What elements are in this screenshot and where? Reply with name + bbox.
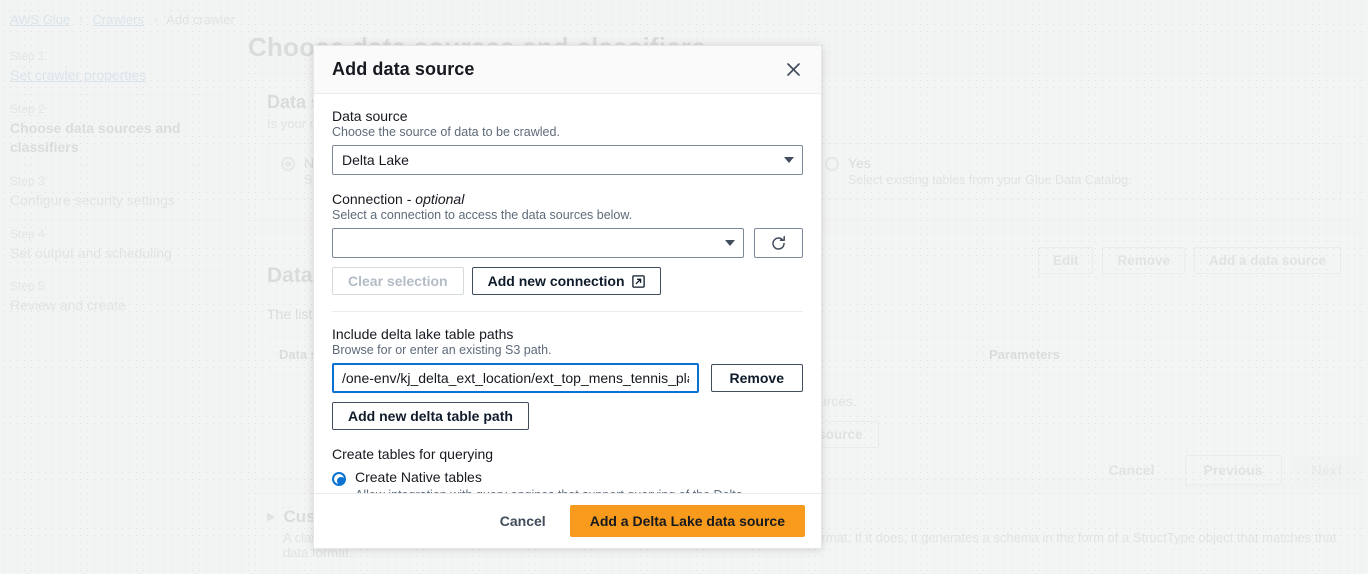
data-source-select[interactable]: Delta Lake (332, 145, 803, 175)
step-number: Step 3 (10, 174, 225, 188)
breadcrumb-separator-icon: › (153, 12, 157, 27)
wizard-step-5[interactable]: Step 5 Review and create (10, 272, 225, 324)
delta-paths-description: Browse for or enter an existing S3 path. (332, 343, 803, 357)
add-data-source-button[interactable]: Add a data source (1194, 247, 1341, 274)
step-name[interactable]: Set crawler properties (10, 66, 225, 85)
close-icon[interactable] (783, 60, 803, 80)
add-data-source-modal: Add data source Data source Choose the s… (313, 45, 822, 549)
connection-label-optional: optional (415, 191, 464, 207)
radio-icon[interactable] (332, 472, 346, 486)
step-name: Set output and scheduling (10, 244, 225, 263)
connection-field: Connection - optional Select a connectio… (332, 191, 803, 295)
wizard-footer-buttons: Cancel Previous Next (1091, 455, 1360, 485)
delta-paths-label: Include delta lake table paths (332, 326, 803, 342)
option-description: Allow integration with query engines tha… (355, 487, 803, 493)
chevron-right-icon[interactable]: ▶ (267, 510, 275, 523)
modal-body[interactable]: Data source Choose the source of data to… (314, 94, 821, 493)
wizard-step-1[interactable]: Step 1 Set crawler properties (10, 42, 225, 95)
breadcrumb-separator-icon: › (79, 12, 83, 27)
wizard-step-2[interactable]: Step 2 Choose data sources and classifie… (10, 95, 225, 167)
create-tables-label: Create tables for querying (332, 446, 803, 462)
breadcrumb: AWS Glue › Crawlers › Add crawler (10, 12, 235, 27)
add-new-delta-table-path-button[interactable]: Add new delta table path (332, 402, 529, 430)
step-name: Choose data sources and classifiers (10, 119, 225, 157)
wizard-steps: Step 1 Set crawler properties Step 2 Cho… (10, 42, 225, 324)
step-number: Step 1 (10, 49, 225, 63)
connection-label: Connection - optional (332, 191, 803, 207)
step-name: Configure security settings (10, 191, 225, 210)
cancel-button[interactable]: Cancel (1091, 456, 1173, 484)
add-new-connection-button[interactable]: Add new connection (472, 267, 661, 295)
modal-footer: Cancel Add a Delta Lake data source (314, 493, 821, 548)
modal-header: Add data source (314, 46, 821, 94)
step-name: Review and create (10, 296, 225, 315)
modal-title: Add data source (332, 59, 783, 80)
column-parameters: Parameters (977, 347, 1072, 362)
external-link-icon (632, 275, 645, 288)
delta-table-path-input[interactable] (332, 363, 699, 393)
breadcrumb-item-crawlers[interactable]: Crawlers (93, 12, 144, 27)
step-number: Step 4 (10, 227, 225, 241)
edit-button[interactable]: Edit (1038, 247, 1094, 274)
add-delta-lake-data-source-button[interactable]: Add a Delta Lake data source (570, 505, 805, 537)
delta-table-paths-field: Include delta lake table paths Browse fo… (332, 326, 803, 430)
remove-path-button[interactable]: Remove (711, 364, 803, 392)
breadcrumb-item-add-crawler: Add crawler (166, 12, 235, 27)
connection-label-text: Connection - (332, 191, 415, 207)
option-desc: Select existing tables from your Glue Da… (848, 173, 1131, 187)
option-yes[interactable]: Yes Select existing tables from your Glu… (811, 143, 1341, 199)
step-number: Step 2 (10, 102, 225, 116)
data-source-field: Data source Choose the source of data to… (332, 108, 803, 175)
add-new-connection-label: Add new connection (488, 273, 625, 289)
radio-icon[interactable] (825, 157, 839, 171)
data-source-label: Data source (332, 108, 803, 124)
create-tables-field: Create tables for querying Create Native… (332, 446, 803, 493)
remove-button[interactable]: Remove (1102, 247, 1185, 274)
step-number: Step 5 (10, 279, 225, 293)
divider (332, 311, 803, 312)
modal-cancel-button[interactable]: Cancel (490, 507, 556, 535)
refresh-icon[interactable] (754, 228, 803, 258)
option-label: Yes (848, 155, 1131, 171)
wizard-step-4[interactable]: Step 4 Set output and scheduling (10, 220, 225, 273)
radio-icon[interactable] (281, 157, 295, 171)
previous-button[interactable]: Previous (1185, 455, 1282, 485)
data-source-description: Choose the source of data to be crawled. (332, 125, 803, 139)
option-label: Create Native tables (355, 469, 482, 485)
connection-description: Select a connection to access the data s… (332, 208, 803, 222)
breadcrumb-item-aws-glue[interactable]: AWS Glue (10, 12, 70, 27)
next-button[interactable]: Next (1294, 456, 1360, 484)
connection-select[interactable] (332, 228, 744, 258)
create-tables-radio-group: Create Native tables Allow integration w… (332, 469, 803, 493)
wizard-step-3[interactable]: Step 3 Configure security settings (10, 167, 225, 220)
option-create-native-tables[interactable]: Create Native tables Allow integration w… (332, 469, 803, 493)
clear-selection-button[interactable]: Clear selection (332, 267, 464, 295)
